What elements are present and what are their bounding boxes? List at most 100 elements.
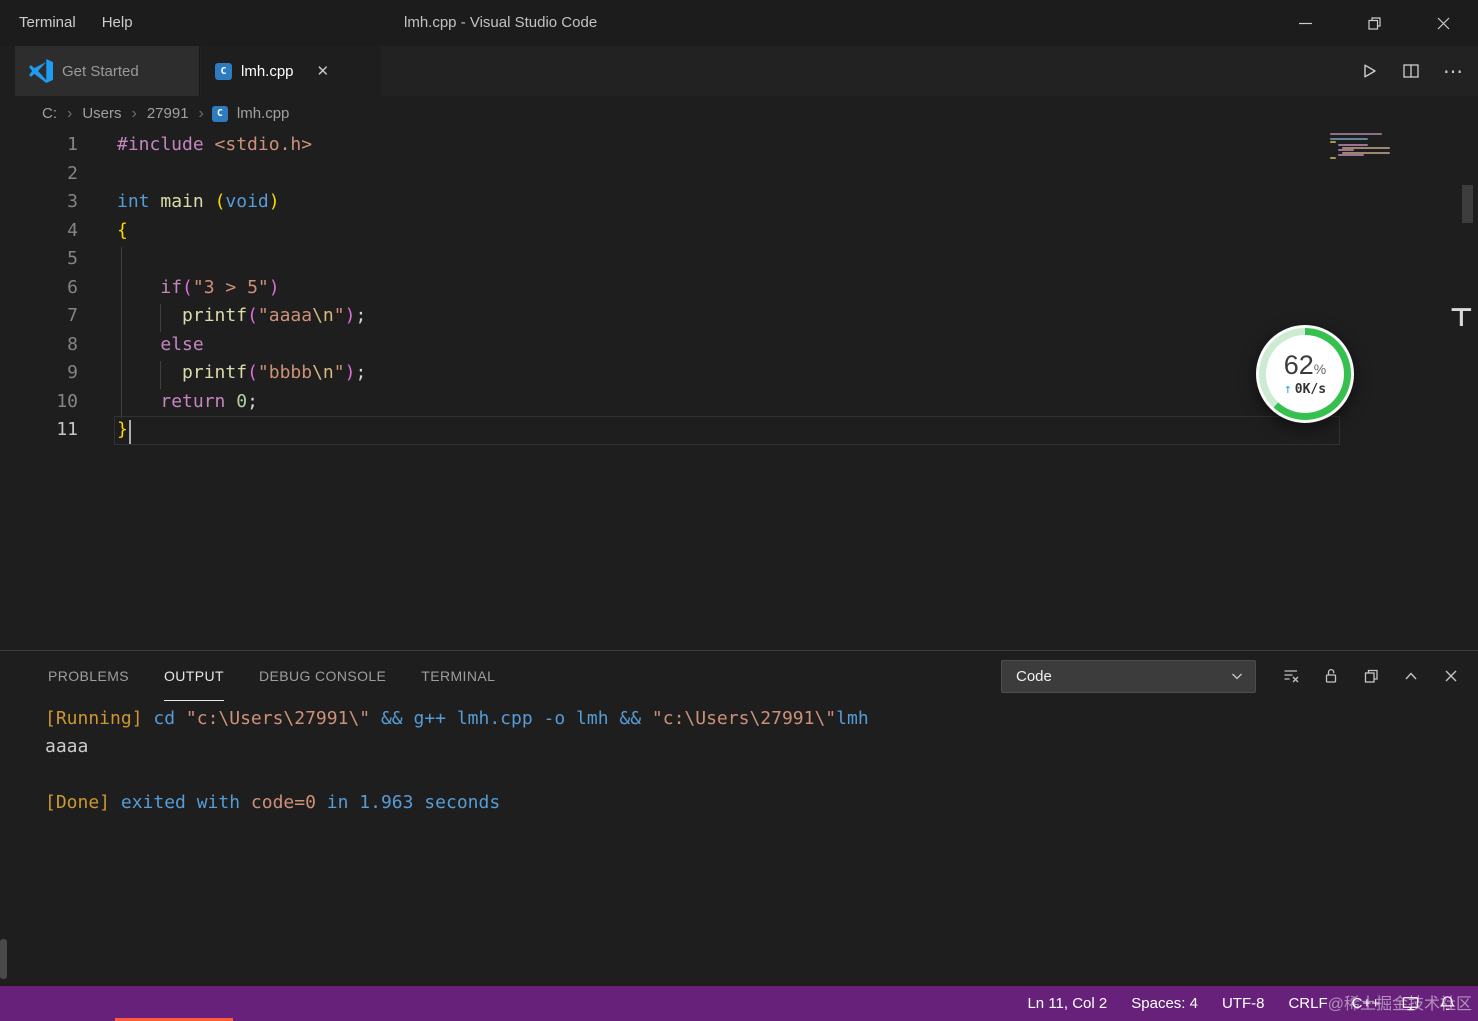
code-line[interactable]: 7 printf("aaaa\n"); bbox=[0, 302, 1478, 331]
tab-get-started[interactable]: Get Started bbox=[15, 46, 200, 96]
restore-button[interactable] bbox=[1340, 0, 1409, 46]
status-item[interactable]: Spaces: 4 bbox=[1119, 995, 1210, 1012]
line-number[interactable]: 2 bbox=[0, 160, 78, 189]
text-cursor bbox=[129, 420, 131, 444]
status-item[interactable]: C++ bbox=[1340, 995, 1392, 1012]
close-tab-icon[interactable]: ✕ bbox=[317, 62, 330, 80]
chevron-right-icon: › bbox=[67, 104, 73, 122]
code-line[interactable]: 10 return 0; bbox=[0, 388, 1478, 417]
menu-bar: Terminal Help bbox=[6, 0, 146, 46]
breadcrumb-item[interactable]: lmh.cpp bbox=[235, 105, 292, 122]
line-number[interactable]: 6 bbox=[0, 274, 78, 303]
output-channel-select[interactable]: Code bbox=[1001, 659, 1256, 693]
editor-scrollbar[interactable] bbox=[1462, 185, 1473, 223]
code-token: 0 bbox=[236, 390, 248, 412]
more-actions-icon[interactable]: ⋯ bbox=[1443, 59, 1464, 84]
title-bar: Terminal Help lmh.cpp - Visual Studio Cod… bbox=[0, 0, 1478, 46]
code-line[interactable]: 8 else bbox=[0, 331, 1478, 360]
minimap[interactable] bbox=[1330, 133, 1440, 163]
code-token: #include bbox=[117, 134, 204, 155]
maximize-panel-button[interactable] bbox=[1400, 665, 1422, 687]
line-number[interactable]: 9 bbox=[0, 359, 78, 388]
close-panel-button[interactable] bbox=[1440, 665, 1462, 687]
menu-terminal[interactable]: Terminal bbox=[6, 0, 89, 46]
run-icon[interactable] bbox=[1359, 61, 1379, 81]
line-number[interactable]: 3 bbox=[0, 188, 78, 217]
line-number[interactable]: 10 bbox=[0, 388, 78, 417]
status-bar: Ln 11, Col 2 Spaces: 4 UTF-8 CRLF C++ @稀土掘金技… bbox=[0, 986, 1478, 1021]
status-item[interactable]: UTF-8 bbox=[1210, 995, 1277, 1012]
output-token: aaaa bbox=[45, 736, 89, 757]
output-token: && g++ lmh.cpp -o lmh && bbox=[380, 708, 652, 729]
close-button[interactable] bbox=[1409, 0, 1478, 46]
code-line[interactable]: 6 if("3 > 5") bbox=[0, 274, 1478, 303]
network-speed: ↑ 0K/s bbox=[1284, 382, 1326, 397]
restore-icon bbox=[1368, 16, 1381, 30]
code-token: " bbox=[333, 362, 345, 383]
window-controls bbox=[1271, 0, 1478, 46]
minimap-line bbox=[1338, 149, 1354, 151]
percent-number: 62 bbox=[1283, 349, 1314, 380]
status-item[interactable]: Ln 11, Col 2 bbox=[1015, 995, 1119, 1012]
open-output-in-editor-button[interactable] bbox=[1360, 665, 1382, 687]
code-text: if("3 > 5") bbox=[78, 274, 280, 303]
code-text: } bbox=[78, 416, 128, 445]
watermark-glyph: ⊤ bbox=[1449, 303, 1474, 333]
status-item[interactable]: CRLF bbox=[1276, 995, 1339, 1012]
tab-lmh-cpp[interactable]: C lmh.cpp ✕ bbox=[201, 46, 381, 96]
editor-actions: ⋯ bbox=[1359, 46, 1464, 96]
line-number[interactable]: 7 bbox=[0, 302, 78, 331]
code-token: ; bbox=[355, 362, 367, 383]
panel-tab-terminal[interactable]: TERMINAL bbox=[421, 651, 495, 701]
minimize-button[interactable] bbox=[1271, 0, 1340, 46]
line-number[interactable]: 4 bbox=[0, 217, 78, 246]
code-line[interactable]: 1 #include <stdio.h> bbox=[0, 131, 1478, 160]
output-content[interactable]: [Running] cd "c:\Users\27991\" && g++ lm… bbox=[0, 701, 1478, 986]
breadcrumb-item[interactable]: C: bbox=[40, 105, 59, 122]
code-line[interactable]: 3 int main (void) bbox=[0, 188, 1478, 217]
menu-help[interactable]: Help bbox=[89, 0, 146, 46]
panel-scrollbar[interactable] bbox=[0, 939, 7, 979]
notifications-button[interactable] bbox=[1429, 994, 1466, 1013]
code-text: return 0; bbox=[78, 388, 258, 417]
panel-tab-output[interactable]: OUTPUT bbox=[164, 651, 224, 701]
code-line[interactable]: 5 bbox=[0, 245, 1478, 274]
code-token: int bbox=[117, 191, 150, 212]
line-number[interactable]: 5 bbox=[0, 245, 78, 274]
clear-output-button[interactable] bbox=[1280, 665, 1302, 687]
line-number[interactable]: 11 bbox=[0, 416, 78, 445]
window-title: lmh.cpp - Visual Studio Code bbox=[404, 14, 598, 31]
panel-tab-problems[interactable]: PROBLEMS bbox=[48, 651, 129, 701]
lock-scroll-button[interactable] bbox=[1320, 665, 1342, 687]
code-token: ) bbox=[268, 276, 280, 298]
panel-tab-debug-console[interactable]: DEBUG CONSOLE bbox=[259, 651, 386, 701]
breadcrumb[interactable]: C: › Users › 27991 › Clmh.cpp bbox=[15, 96, 1478, 131]
cpp-file-icon: C bbox=[211, 105, 228, 122]
percent-value: 62% bbox=[1283, 349, 1327, 380]
line-number[interactable]: 8 bbox=[0, 331, 78, 360]
code-line[interactable]: 11} bbox=[0, 416, 1478, 445]
tab-bar: Get Started C lmh.cpp ✕ ⋯ bbox=[15, 46, 1478, 96]
speed-overlay-widget[interactable]: 62% ↑ 0K/s bbox=[1256, 325, 1354, 423]
split-editor-icon[interactable] bbox=[1401, 61, 1421, 81]
breadcrumb-item[interactable]: 27991 bbox=[145, 105, 191, 122]
code-token: \n bbox=[312, 362, 334, 383]
code-line[interactable]: 4{ bbox=[0, 217, 1478, 246]
output-line: [Done] exited with code=0 in 1.963 secon… bbox=[45, 789, 1478, 817]
editor[interactable]: 1 #include <stdio.h> 2 3 int main (void) 4{5 6… bbox=[0, 131, 1478, 650]
code-text: else bbox=[78, 331, 203, 360]
code-token: } bbox=[117, 419, 128, 440]
line-number[interactable]: 1 bbox=[0, 131, 78, 160]
breadcrumb-item[interactable]: Users bbox=[80, 105, 123, 122]
code-line[interactable]: 2 bbox=[0, 160, 1478, 189]
panel-header: PROBLEMS OUTPUT DEBUG CONSOLE TERMINAL Code bbox=[0, 651, 1478, 701]
screen-reader-button[interactable] bbox=[1392, 994, 1429, 1013]
upload-arrow-icon: ↑ bbox=[1283, 381, 1292, 397]
code-token: ( bbox=[214, 191, 226, 212]
